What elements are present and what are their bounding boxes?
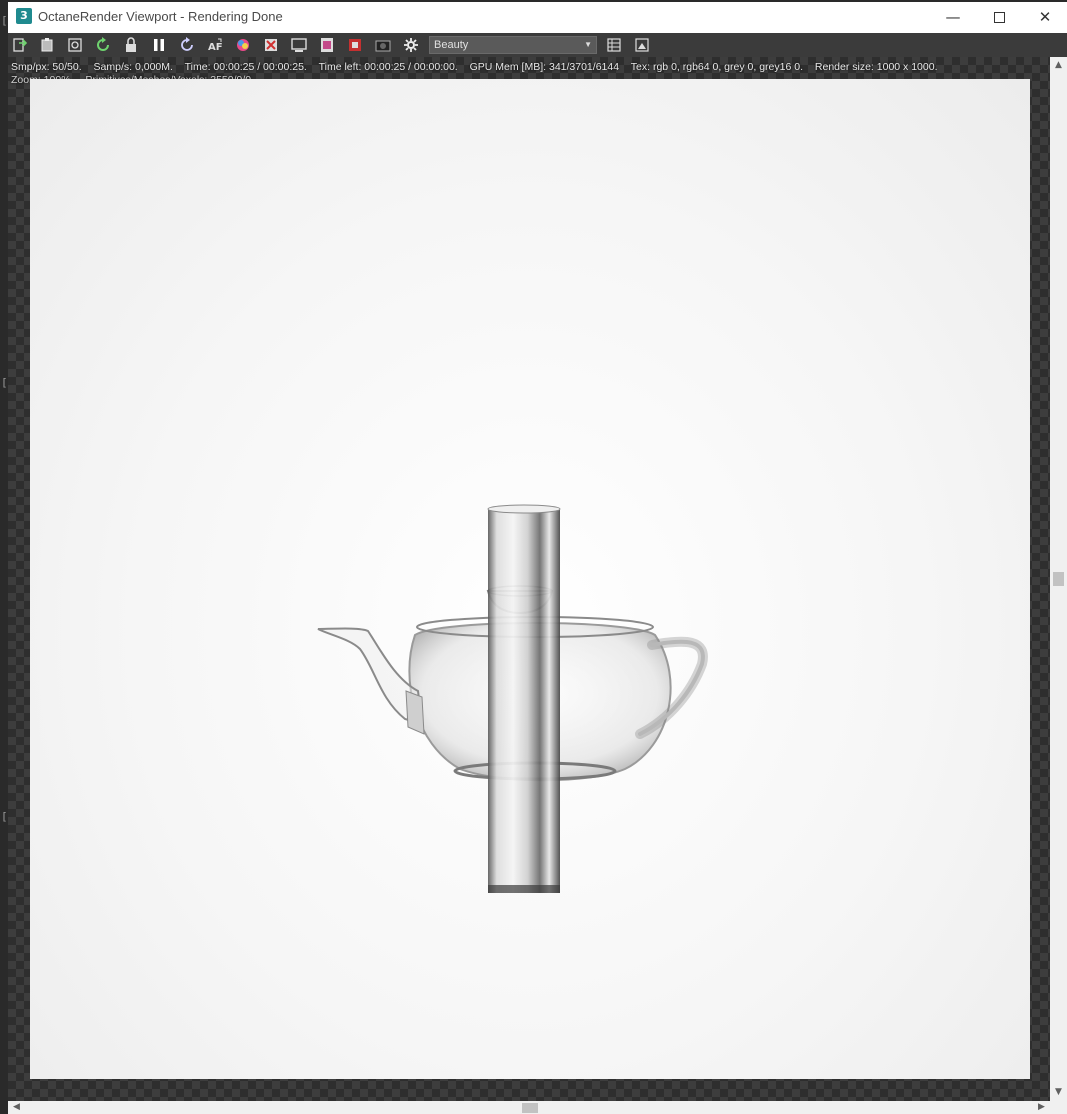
status-line: Smp/px: 50/50. Samp/s: 0,000M. Time: 00:… xyxy=(11,61,947,73)
samples-per-second: Samp/s: 0,000M. xyxy=(93,61,173,73)
host-bracket-mark: [ xyxy=(1,376,8,389)
vertical-scrollbar[interactable]: ▲ ▼ xyxy=(1050,57,1067,1101)
render-pass-value: Beauty xyxy=(434,39,469,51)
render-time: Time: 00:00:25 / 00:00:25. xyxy=(184,61,307,73)
maximize-icon xyxy=(993,12,1005,23)
close-icon: ✕ xyxy=(1038,8,1052,26)
scroll-down-icon[interactable]: ▼ xyxy=(1050,1084,1067,1101)
scroll-right-icon[interactable]: ▶ xyxy=(1035,1101,1048,1114)
title-bar[interactable]: 3 OctaneRender Viewport - Rendering Done… xyxy=(8,0,1067,33)
film-region-icon[interactable] xyxy=(318,36,336,54)
reload-icon[interactable] xyxy=(178,36,196,54)
maximize-button[interactable] xyxy=(976,2,1022,33)
settings-gear-icon[interactable] xyxy=(402,36,420,54)
color-picker-icon[interactable] xyxy=(234,36,252,54)
table-icon[interactable] xyxy=(605,36,623,54)
autofocus-icon[interactable]: AF xyxy=(206,36,224,54)
scroll-up-icon[interactable]: ▲ xyxy=(1050,57,1067,74)
gpu-memory: GPU Mem [MB]: 341/3701/6144 xyxy=(469,61,620,73)
samples-per-pixel: Smp/px: 50/50. xyxy=(11,61,82,73)
horizontal-scrollbar[interactable]: ◀ ▶ xyxy=(8,1101,1050,1114)
restart-render-icon[interactable] xyxy=(94,36,112,54)
render-size: Render size: 1000 x 1000. xyxy=(814,61,938,73)
minimize-icon: — xyxy=(945,8,961,26)
lock-icon[interactable] xyxy=(122,36,140,54)
clear-icon[interactable] xyxy=(262,36,280,54)
octane-viewport-window: 3 OctaneRender Viewport - Rendering Done… xyxy=(8,0,1067,1114)
app-logo-icon: 3 xyxy=(16,8,32,24)
close-button[interactable]: ✕ xyxy=(1022,2,1067,33)
render-viewport[interactable]: Smp/px: 50/50. Samp/s: 0,000M. Time: 00:… xyxy=(8,57,1050,1101)
host-bracket-mark: [ xyxy=(1,14,8,27)
display-region-icon[interactable] xyxy=(290,36,308,54)
svg-text:AF: AF xyxy=(208,42,223,53)
chevron-down-icon: ▼ xyxy=(584,40,592,49)
time-left: Time left: 00:00:25 / 00:00:00. xyxy=(318,61,458,73)
texture-stats: Tex: rgb 0, rgb64 0, grey 0, grey16 0. xyxy=(630,61,803,73)
import-icon[interactable] xyxy=(11,36,29,54)
pause-icon[interactable] xyxy=(150,36,168,54)
camera-icon[interactable] xyxy=(374,36,392,54)
scroll-left-icon[interactable]: ◀ xyxy=(10,1101,23,1114)
image-icon[interactable] xyxy=(633,36,651,54)
viewport-toolbar: AF Beauty ▼ xyxy=(8,33,1067,57)
render-pass-select[interactable]: Beauty ▼ xyxy=(429,36,597,54)
scrollbar-corner xyxy=(1050,1101,1067,1114)
window-title: OctaneRender Viewport - Rendering Done xyxy=(38,9,283,24)
clipboard-icon[interactable] xyxy=(38,36,56,54)
minimize-button[interactable]: — xyxy=(930,2,976,33)
horizontal-scroll-thumb[interactable] xyxy=(522,1103,538,1113)
host-app-edge: [ [ [ xyxy=(0,0,8,1114)
vertical-scroll-thumb[interactable] xyxy=(1053,572,1064,586)
zoom-region-icon[interactable] xyxy=(66,36,84,54)
glass-teapot-render xyxy=(317,504,708,893)
render-region-icon[interactable] xyxy=(346,36,364,54)
host-bracket-mark: [ xyxy=(1,810,8,823)
rendered-image xyxy=(30,79,1030,1079)
